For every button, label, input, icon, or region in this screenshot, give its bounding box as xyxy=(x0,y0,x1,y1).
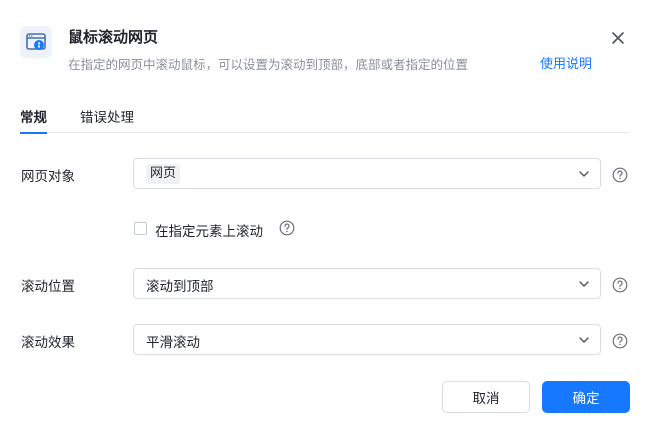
scroll-on-element-label: 在指定元素上滚动 xyxy=(155,224,263,240)
help-question-icon[interactable] xyxy=(279,220,295,236)
cancel-button[interactable]: 取消 xyxy=(442,381,530,413)
scroll-effect-select[interactable]: 平滑滚动 xyxy=(133,324,601,355)
help-link[interactable]: 使用说明 xyxy=(540,53,592,72)
help-question-icon[interactable] xyxy=(612,277,628,293)
scroll-position-select[interactable]: 滚动到顶部 xyxy=(133,268,601,299)
dialog-title: 鼠标滚动网页 xyxy=(68,28,159,46)
tab-error-handling[interactable]: 错误处理 xyxy=(80,106,134,133)
chevron-down-icon xyxy=(579,281,589,287)
scroll-on-element-checkbox[interactable] xyxy=(134,222,147,235)
tab-general[interactable]: 常规 xyxy=(20,106,47,134)
close-icon xyxy=(612,32,624,44)
close-button[interactable] xyxy=(606,26,630,50)
web-object-tag: 网页 xyxy=(146,164,181,184)
web-object-label: 网页对象 xyxy=(21,169,75,185)
scroll-position-value: 滚动到顶部 xyxy=(146,279,214,295)
chevron-down-icon xyxy=(579,337,589,343)
scroll-effect-label: 滚动效果 xyxy=(21,335,75,351)
dialog-subtitle: 在指定的网页中滚动鼠标，可以设置为滚动到顶部，底部或者指定的位置 xyxy=(68,57,469,72)
browser-scroll-icon xyxy=(20,26,52,58)
tab-bar: 常规 错误处理 xyxy=(20,100,630,134)
chevron-down-icon xyxy=(579,171,589,177)
scroll-effect-value: 平滑滚动 xyxy=(146,335,200,351)
scroll-webpage-dialog: 鼠标滚动网页 在指定的网页中滚动鼠标，可以设置为滚动到顶部，底部或者指定的位置 … xyxy=(0,0,655,432)
help-question-icon[interactable] xyxy=(612,167,628,183)
scroll-position-label: 滚动位置 xyxy=(21,279,75,295)
confirm-button[interactable]: 确定 xyxy=(542,381,630,413)
help-question-icon[interactable] xyxy=(612,333,628,349)
web-object-select[interactable]: 网页 xyxy=(133,158,601,189)
